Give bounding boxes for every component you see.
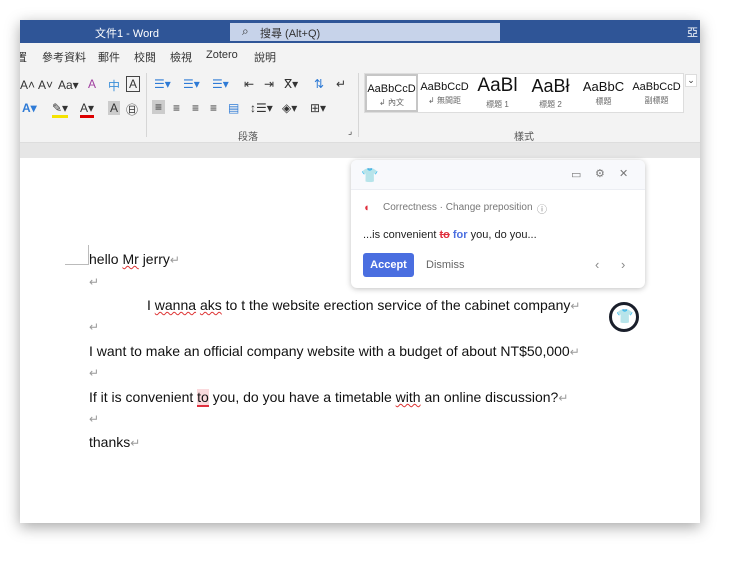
asian-layout-icon[interactable]: ⴳ▾ xyxy=(284,77,298,91)
suggestion-category: Correctness · Change preposition xyxy=(383,202,533,213)
suggestion-snippet: ...is convenient to for you, do you... xyxy=(363,229,537,241)
ribbon: A˄ A˅ Aa▾ A 中 A A▾ ✎▾ A▾ A ㊐ ☰▾ ☰▾ ☰▾ ⇤ … xyxy=(20,68,700,143)
justify-icon[interactable]: ≡ xyxy=(210,101,217,115)
distributed-icon[interactable]: ▤ xyxy=(228,101,239,115)
phonetic-guide-icon[interactable]: 中 xyxy=(108,77,120,94)
styles-scroll-icon[interactable]: ⌄ xyxy=(685,74,697,87)
ribbon-tabs: 置 參考資料 郵件 校閱 檢視 Zotero 說明 xyxy=(20,43,700,68)
char-shading-icon[interactable]: A xyxy=(108,101,121,115)
feedback-icon[interactable]: ▭ xyxy=(571,168,581,181)
empty-paragraph: ↵ xyxy=(89,275,100,289)
style-subtitle[interactable]: AaBbCcD 副標題 xyxy=(630,74,683,112)
dismiss-button[interactable]: Dismiss xyxy=(426,259,465,271)
correctness-shield-icon: ◖ xyxy=(363,202,370,214)
show-marks-icon[interactable]: ↵ xyxy=(336,77,346,91)
empty-paragraph: ↵ xyxy=(89,412,100,426)
flagged-word[interactable]: to xyxy=(197,389,209,407)
doc-line-4: If it is convenient to you, do you have … xyxy=(89,389,569,407)
style-title[interactable]: AaBbC 標題 xyxy=(577,74,630,112)
grammarly-logo-icon: 👕 xyxy=(616,308,634,324)
grammarly-logo-icon: 👕 xyxy=(361,167,379,183)
text-effects-icon[interactable]: A▾ xyxy=(22,101,37,115)
numbering-icon[interactable]: ☰▾ xyxy=(183,77,200,91)
tab-references[interactable]: 參考資料 xyxy=(42,49,86,65)
settings-gear-icon[interactable]: ⚙ xyxy=(595,167,605,180)
grammarly-floating-button[interactable]: 👕 xyxy=(609,302,639,332)
style-normal[interactable]: AaBbCcD ↲ 內文 xyxy=(365,74,418,112)
character-border-icon[interactable]: A xyxy=(126,76,141,92)
accept-button[interactable]: Accept xyxy=(363,253,414,277)
shading-icon[interactable]: ◈▾ xyxy=(282,101,297,115)
change-case-icon[interactable]: Aa▾ xyxy=(58,78,79,92)
search-icon: ⌕ xyxy=(242,24,249,38)
paragraph-launcher-icon[interactable]: ⌟ xyxy=(348,126,352,137)
empty-paragraph: ↵ xyxy=(89,320,100,334)
enclose-char-icon[interactable]: ㊐ xyxy=(126,101,138,118)
tab-zotero[interactable]: Zotero xyxy=(206,49,238,61)
doc-line-2: I wanna aks to t the website erection se… xyxy=(147,297,581,313)
align-right-icon[interactable]: ≡ xyxy=(192,101,199,115)
font-color-icon[interactable]: A▾ xyxy=(80,101,95,118)
grammarly-suggestion-card: 👕 ▭ ⚙ ✕ ◖ Correctness · Change prepositi… xyxy=(351,160,645,288)
previous-suggestion-icon[interactable]: ‹ xyxy=(595,257,599,272)
line-spacing-icon[interactable]: ↕☰▾ xyxy=(250,101,273,115)
bullets-icon[interactable]: ☰▾ xyxy=(154,77,171,91)
align-center-icon[interactable]: ≡ xyxy=(173,101,180,115)
divider xyxy=(358,73,359,137)
search-placeholder: 搜尋 (Alt+Q) xyxy=(260,28,321,40)
margin-marker xyxy=(65,245,89,265)
style-heading-1[interactable]: AaBl 標題 1 xyxy=(471,74,524,112)
shrink-font-icon[interactable]: A˅ xyxy=(38,78,53,92)
styles-gallery: AaBbCcD ↲ 內文 AaBbCcD ↲ 無間距 AaBl 標題 1 AaBł 標題… xyxy=(364,73,697,113)
multilevel-list-icon[interactable]: ☰▾ xyxy=(212,77,229,91)
divider xyxy=(146,73,147,137)
doc-line-5: thanks↵ xyxy=(89,434,141,450)
align-left-icon[interactable]: ≡ xyxy=(152,100,166,114)
doc-line-3: I want to make an official company websi… xyxy=(89,343,580,359)
decrease-indent-icon[interactable]: ⇤ xyxy=(244,77,254,91)
styles-group-label: 樣式 xyxy=(514,132,534,143)
close-icon[interactable]: ✕ xyxy=(619,167,628,180)
style-no-spacing[interactable]: AaBbCcD ↲ 無間距 xyxy=(418,74,471,112)
borders-icon[interactable]: ⊞▾ xyxy=(310,101,326,115)
tab-review[interactable]: 校閱 xyxy=(134,49,156,65)
next-suggestion-icon[interactable]: › xyxy=(621,257,625,272)
tab-layout[interactable]: 置 xyxy=(20,49,27,65)
sort-icon[interactable]: ⇅ xyxy=(314,77,324,91)
empty-paragraph: ↵ xyxy=(89,366,100,380)
window-title: 文件1 - Word xyxy=(95,28,159,40)
style-heading-2[interactable]: AaBł 標題 2 xyxy=(524,74,577,112)
tab-help[interactable]: 說明 xyxy=(254,49,276,65)
search-box[interactable]: ⌕ 搜尋 (Alt+Q) xyxy=(230,23,500,41)
increase-indent-icon[interactable]: ⇥ xyxy=(264,77,274,91)
tab-view[interactable]: 檢視 xyxy=(170,49,192,65)
title-right-text: 亞 xyxy=(687,27,698,39)
ruler-area xyxy=(20,143,700,158)
title-bar: 文件1 - Word ⌕ 搜尋 (Alt+Q) 亞 xyxy=(20,20,700,43)
info-icon[interactable]: ⓘ xyxy=(537,201,547,216)
doc-line-1: hello Mr jerry↵ xyxy=(89,251,180,267)
tab-mailings[interactable]: 郵件 xyxy=(98,49,120,65)
clear-format-icon[interactable]: A xyxy=(88,77,96,91)
paragraph-group-label: 段落 xyxy=(238,132,258,143)
highlight-icon[interactable]: ✎▾ xyxy=(52,101,69,118)
grow-font-icon[interactable]: A˄ xyxy=(20,78,35,92)
